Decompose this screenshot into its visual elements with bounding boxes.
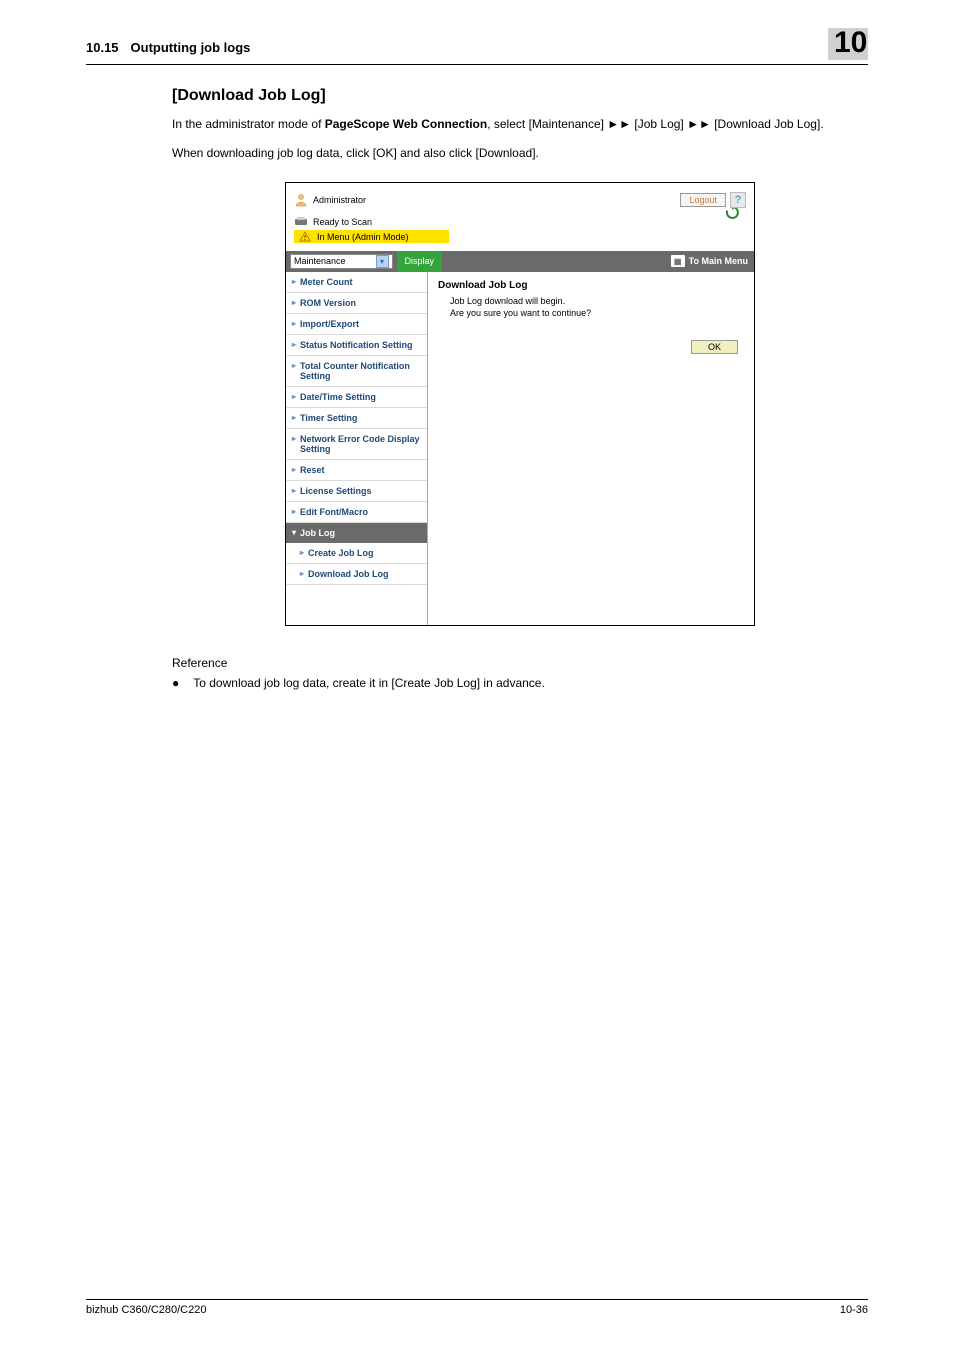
to-main-menu-button[interactable]: ▦ To Main Menu <box>665 251 754 272</box>
main-panel: Download Job Log Job Log download will b… <box>428 272 754 625</box>
triangle-icon: ▸ <box>292 434 296 454</box>
sidebar-group-job-log[interactable]: ▾ Job Log <box>286 523 427 543</box>
product-name: PageScope Web Connection <box>325 117 487 131</box>
heading-download-job-log: [Download Job Log] <box>172 87 868 105</box>
triangle-icon: ▸ <box>292 277 296 287</box>
printer-icon <box>294 216 308 227</box>
footer-page-number: 10-36 <box>840 1304 868 1316</box>
ok-button[interactable]: OK <box>691 340 738 354</box>
panel-message-1: Job Log download will begin. <box>450 295 744 308</box>
sidebar-item-date-time[interactable]: ▸ Date/Time Setting <box>286 387 427 408</box>
sidebar-item-meter-count[interactable]: ▸ Meter Count <box>286 272 427 293</box>
sidebar-item-edit-font[interactable]: ▸ Edit Font/Macro <box>286 502 427 523</box>
select-value: Maintenance <box>294 256 346 266</box>
status-ready: Ready to Scan <box>294 216 746 227</box>
sidebar-item-label: Timer Setting <box>300 413 357 423</box>
sidebar-item-label: Meter Count <box>300 277 353 287</box>
sidebar-item-rom-version[interactable]: ▸ ROM Version <box>286 293 427 314</box>
triangle-icon: ▸ <box>292 319 296 329</box>
to-main-menu-label: To Main Menu <box>689 256 748 266</box>
sidebar-item-label: Total Counter Notification Setting <box>300 361 421 381</box>
page-footer: bizhub C360/C280/C220 10-36 <box>86 1299 868 1316</box>
triangle-icon: ▸ <box>292 298 296 308</box>
triangle-icon: ▸ <box>292 392 296 402</box>
triangle-icon: ▸ <box>300 548 304 558</box>
sidebar-item-reset[interactable]: ▸ Reset <box>286 460 427 481</box>
sidebar-item-network-error[interactable]: ▸Network Error Code Display Setting <box>286 429 427 460</box>
sidebar-item-label: Edit Font/Macro <box>300 507 368 517</box>
sidebar-item-total-counter[interactable]: ▸Total Counter Notification Setting <box>286 356 427 387</box>
sidebar-item-license[interactable]: ▸ License Settings <box>286 481 427 502</box>
triangle-icon: ▸ <box>292 507 296 517</box>
triangle-icon: ▸ <box>300 569 304 579</box>
reference-bullet-text: To download job log data, create it in [… <box>193 674 545 693</box>
embedded-screenshot: Administrator Logout ? Ready to Scan <box>285 182 755 626</box>
administrator-label: Administrator <box>313 195 366 205</box>
paragraph-instruction-2: When downloading job log data, click [OK… <box>172 144 868 163</box>
administrator-icon <box>294 193 308 207</box>
panel-message-2: Are you sure you want to continue? <box>450 307 744 320</box>
triangle-icon: ▸ <box>292 361 296 381</box>
sidebar-subitem-download-job-log[interactable]: ▸ Download Job Log <box>286 564 427 585</box>
help-icon[interactable]: ? <box>730 192 746 208</box>
reference-bullet: ● To download job log data, create it in… <box>172 674 868 693</box>
triangle-icon: ▸ <box>292 486 296 496</box>
sidebar-item-label: ROM Version <box>300 298 356 308</box>
sidebar-item-status-notification[interactable]: ▸ Status Notification Setting <box>286 335 427 356</box>
page-header: 10.15 Outputting job logs 10 <box>86 28 868 65</box>
section-title: Outputting job logs <box>131 40 828 55</box>
arrow-icon: ►► <box>607 115 631 134</box>
bullet-icon: ● <box>172 674 179 693</box>
logout-button[interactable]: Logout <box>680 193 726 207</box>
triangle-icon: ▸ <box>292 413 296 423</box>
sidebar-item-label: Reset <box>300 465 325 475</box>
triangle-icon: ▸ <box>292 340 296 350</box>
status-admin-mode: In Menu (Admin Mode) <box>294 230 449 243</box>
panel-title: Download Job Log <box>438 280 744 291</box>
triangle-down-icon: ▾ <box>292 528 296 538</box>
arrow-icon: ►► <box>687 115 711 134</box>
chapter-badge: 10 <box>828 28 868 60</box>
status-admin-label: In Menu (Admin Mode) <box>317 232 409 242</box>
sidebar-subitem-label: Download Job Log <box>308 569 389 579</box>
sidebar-item-import-export[interactable]: ▸ Import/Export <box>286 314 427 335</box>
text-fragment: , select [Maintenance] <box>487 117 607 131</box>
category-select[interactable]: Maintenance ▾ <box>290 254 393 269</box>
chevron-down-icon: ▾ <box>376 255 389 268</box>
sidebar-group-label: Job Log <box>300 528 335 538</box>
sidebar-subitem-label: Create Job Log <box>308 548 374 558</box>
footer-model: bizhub C360/C280/C220 <box>86 1304 206 1316</box>
warning-icon <box>298 231 312 242</box>
sidebar-item-label: Network Error Code Display Setting <box>300 434 421 454</box>
display-button[interactable]: Display <box>397 251 443 272</box>
status-ready-label: Ready to Scan <box>313 217 372 227</box>
tab-bar: Maintenance ▾ Display ▦ To Main Menu <box>286 251 754 272</box>
sidebar-item-label: License Settings <box>300 486 372 496</box>
text-fragment: In the administrator mode of <box>172 117 325 131</box>
sidebar-item-label: Import/Export <box>300 319 359 329</box>
sidebar-subitem-create-job-log[interactable]: ▸ Create Job Log <box>286 543 427 564</box>
paragraph-instruction-1: In the administrator mode of PageScope W… <box>172 115 868 134</box>
sidebar-item-label: Status Notification Setting <box>300 340 413 350</box>
text-fragment: [Download Job Log]. <box>711 117 824 131</box>
section-number: 10.15 <box>86 40 119 55</box>
sidebar-item-label: Date/Time Setting <box>300 392 376 402</box>
sidebar-item-timer[interactable]: ▸ Timer Setting <box>286 408 427 429</box>
text-fragment: [Job Log] <box>631 117 687 131</box>
menu-icon: ▦ <box>671 255 685 267</box>
sidebar: ▸ Meter Count ▸ ROM Version ▸ Import/Export… <box>286 272 428 625</box>
triangle-icon: ▸ <box>292 465 296 475</box>
reference-label: Reference <box>172 656 868 670</box>
